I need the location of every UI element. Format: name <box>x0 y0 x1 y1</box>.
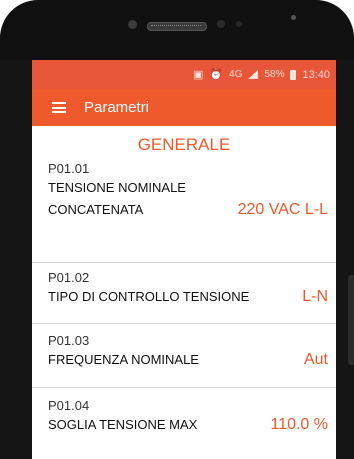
phone-top-bezel <box>0 0 354 60</box>
list-item[interactable]: P01.02 TIPO DI CONTROLLO TENSIONE L-N <box>32 263 336 324</box>
param-code: P01.04 <box>48 398 90 413</box>
status-bar: ▣ ⏰ 4G 58% 13:40 <box>32 60 336 89</box>
param-name: SOGLIA TENSIONE MAX <box>48 417 198 432</box>
alarm-icon: ⏰ <box>209 69 224 81</box>
param-code: P01.01 <box>48 161 90 176</box>
network-type: 4G <box>229 69 243 80</box>
section-title: GENERALE <box>137 135 231 154</box>
light-sensor <box>236 21 242 27</box>
app-title: Parametri <box>84 99 150 116</box>
speaker-grill <box>151 25 201 27</box>
signal-icon <box>248 70 259 79</box>
param-name-line2: CONCATENATA <box>48 202 144 217</box>
list-item[interactable]: P01.03 FREQUENZA NOMINALE Aut <box>32 324 336 388</box>
param-value: L-N <box>302 288 328 305</box>
param-code: P01.02 <box>48 270 90 285</box>
front-camera <box>217 20 225 28</box>
side-button[interactable] <box>348 275 354 365</box>
hamburger-menu-icon[interactable] <box>52 102 66 113</box>
list-item[interactable]: P01.04 SOGLIA TENSIONE MAX 110.0 % <box>32 388 336 448</box>
list-item[interactable]: P01.01 TENSIONE NOMINALE CONCATENATA 220… <box>32 156 336 263</box>
notification-led <box>291 15 296 20</box>
param-code: P01.03 <box>48 333 90 348</box>
param-value: Aut <box>303 351 328 368</box>
app-bar: Parametri <box>32 89 336 126</box>
nfc-icon: ▣ <box>193 69 204 81</box>
screen: ▣ ⏰ 4G 58% 13:40 Parametri GENERALE P01.… <box>32 60 336 459</box>
param-value: 220 VAC L-L <box>237 201 328 218</box>
param-name: FREQUENZA NOMINALE <box>48 352 199 367</box>
clock: 13:40 <box>302 68 330 81</box>
param-name: TIPO DI CONTROLLO TENSIONE <box>48 289 250 304</box>
param-value: 110.0 % <box>270 416 328 433</box>
battery-icon <box>290 69 297 80</box>
phone-frame: ▣ ⏰ 4G 58% 13:40 Parametri GENERALE P01.… <box>0 0 354 459</box>
battery-percent: 58% <box>264 69 285 80</box>
proximity-sensor <box>128 20 137 29</box>
param-name-line1: TENSIONE NOMINALE <box>48 180 186 195</box>
parameter-list: GENERALE P01.01 TENSIONE NOMINALE CONCAT… <box>32 126 336 448</box>
